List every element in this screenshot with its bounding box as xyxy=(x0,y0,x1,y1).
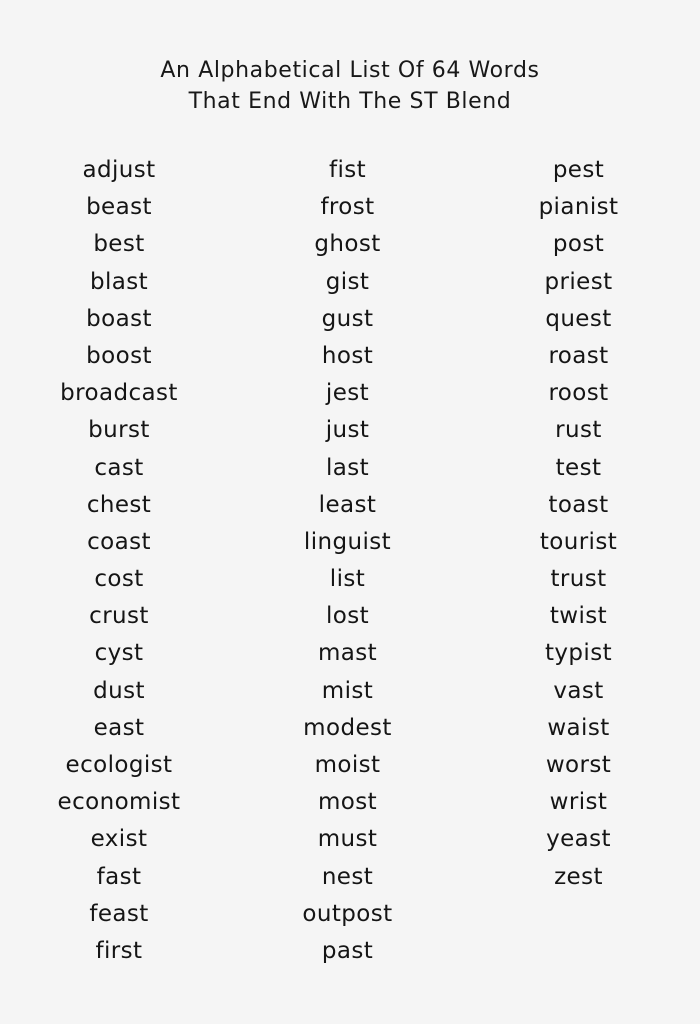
word-item: twist xyxy=(549,603,608,630)
word-item: cost xyxy=(94,566,144,593)
word-item: least xyxy=(318,491,377,518)
word-list-sheet: An Alphabetical List Of 64 Words That En… xyxy=(0,0,700,1024)
word-item: ghost xyxy=(314,231,381,258)
word-item: typist xyxy=(544,640,613,667)
word-item: first xyxy=(95,937,143,964)
word-item: best xyxy=(93,231,145,258)
word-item: test xyxy=(555,454,602,481)
word-item: zest xyxy=(554,863,603,890)
word-column-3: pest pianist post priest quest roast roost rust… xyxy=(457,152,700,896)
word-item: ecologist xyxy=(65,752,173,778)
word-item: frost xyxy=(320,194,375,221)
word-item: mist xyxy=(321,677,374,704)
word-item: cast xyxy=(94,454,144,481)
word-item: blast xyxy=(89,268,149,295)
word-item: pest xyxy=(552,157,605,183)
page-title: An Alphabetical List Of 64 Words That En… xyxy=(0,55,700,117)
word-item: roast xyxy=(548,342,609,369)
word-item: boost xyxy=(86,342,152,369)
page-title-line-2: That End With The ST Blend xyxy=(188,89,512,114)
word-column-1: adjust beast best blast boast boost broadcast b… xyxy=(0,152,238,970)
word-item: linguist xyxy=(303,528,392,555)
word-item: yeast xyxy=(546,826,611,853)
word-item: rust xyxy=(555,417,602,444)
word-item: moist xyxy=(314,752,381,778)
word-item: outpost xyxy=(302,900,393,927)
word-item: vast xyxy=(553,677,604,704)
word-item: most xyxy=(317,789,378,816)
word-item: coast xyxy=(87,528,151,555)
word-item: dust xyxy=(93,677,145,704)
word-item: must xyxy=(317,826,378,853)
page-title-line-1: An Alphabetical List Of 64 Words xyxy=(160,58,540,83)
word-item: wrist xyxy=(549,789,608,816)
word-item: economist xyxy=(57,789,181,816)
word-item: beast xyxy=(86,194,152,221)
word-item: broadcast xyxy=(60,380,178,407)
word-item: exist xyxy=(90,826,148,853)
word-item: list xyxy=(329,566,366,593)
word-item: jest xyxy=(325,380,370,407)
word-item: just xyxy=(325,417,370,444)
word-item: toast xyxy=(548,491,609,518)
word-item: host xyxy=(321,342,374,369)
word-item: last xyxy=(325,454,370,481)
word-item: roost xyxy=(548,380,609,407)
word-item: waist xyxy=(547,714,610,741)
word-item: cyst xyxy=(94,640,144,667)
word-item: quest xyxy=(545,305,612,332)
word-item: modest xyxy=(303,714,392,741)
word-columns: adjust beast best blast boast boost broadcast b… xyxy=(0,152,700,970)
word-item: east xyxy=(93,714,145,741)
word-item: fast xyxy=(96,863,142,890)
word-item: lost xyxy=(325,603,370,630)
word-item: tourist xyxy=(539,528,618,555)
word-item: priest xyxy=(544,268,613,295)
word-item: crust xyxy=(89,603,149,630)
word-item: gist xyxy=(325,268,370,295)
word-item: feast xyxy=(89,900,149,927)
word-item: burst xyxy=(88,417,150,444)
word-item: gust xyxy=(321,305,374,332)
word-item: mast xyxy=(317,640,378,667)
word-item: boast xyxy=(86,305,152,332)
word-item: past xyxy=(321,937,374,964)
word-item: post xyxy=(552,231,605,258)
word-column-2: fist frost ghost gist gust host jest just last le… xyxy=(238,152,457,970)
word-item: worst xyxy=(545,752,612,778)
word-item: nest xyxy=(321,863,374,890)
word-item: adjust xyxy=(82,157,156,183)
word-item: chest xyxy=(86,491,152,518)
word-item: fist xyxy=(328,157,367,183)
word-item: trust xyxy=(550,566,607,593)
word-item: pianist xyxy=(538,194,619,221)
